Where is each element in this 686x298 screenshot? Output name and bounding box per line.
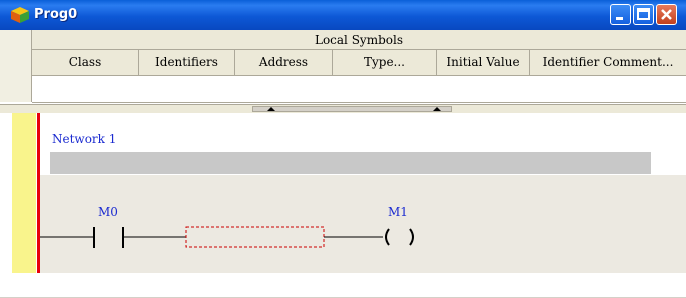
pane-splitter[interactable] — [0, 104, 686, 113]
column-header-identifiers[interactable]: Identifiers — [139, 50, 235, 75]
minimize-icon — [616, 17, 623, 20]
maximize-button[interactable] — [633, 4, 654, 25]
row-selector-column[interactable] — [0, 30, 32, 102]
normally-open-contact[interactable] — [93, 227, 124, 248]
ladder-editor[interactable]: Network 1 M0 M1 — [0, 113, 686, 298]
close-button[interactable] — [656, 4, 677, 25]
column-header-identifier-comment[interactable]: Identifier Comment... — [530, 50, 686, 75]
local-symbols-header: Local Symbols — [32, 30, 686, 50]
ladder-rung — [40, 226, 414, 248]
program-cube-icon — [11, 7, 29, 23]
column-header-class[interactable]: Class — [32, 50, 139, 75]
close-icon — [661, 9, 672, 20]
column-header-type[interactable]: Type... — [333, 50, 437, 75]
table-row-divider — [32, 102, 686, 103]
empty-instruction-slot[interactable] — [185, 226, 325, 248]
window-title: Prog0 — [34, 7, 78, 22]
local-symbols-table[interactable]: Local Symbols Class Identifiers Address … — [0, 30, 686, 104]
expand-up-icon[interactable] — [433, 106, 441, 112]
column-header-address[interactable]: Address — [235, 50, 333, 75]
minimize-button[interactable] — [610, 4, 631, 25]
column-header-initial-value[interactable]: Initial Value — [437, 50, 530, 75]
title-bar[interactable]: Prog0 — [0, 0, 686, 30]
splitter-grip[interactable] — [252, 106, 452, 112]
maximize-icon — [637, 8, 650, 20]
column-headers: Class Identifiers Address Type... Initia… — [32, 50, 686, 76]
output-coil[interactable] — [385, 228, 414, 246]
collapse-up-icon[interactable] — [267, 106, 275, 112]
